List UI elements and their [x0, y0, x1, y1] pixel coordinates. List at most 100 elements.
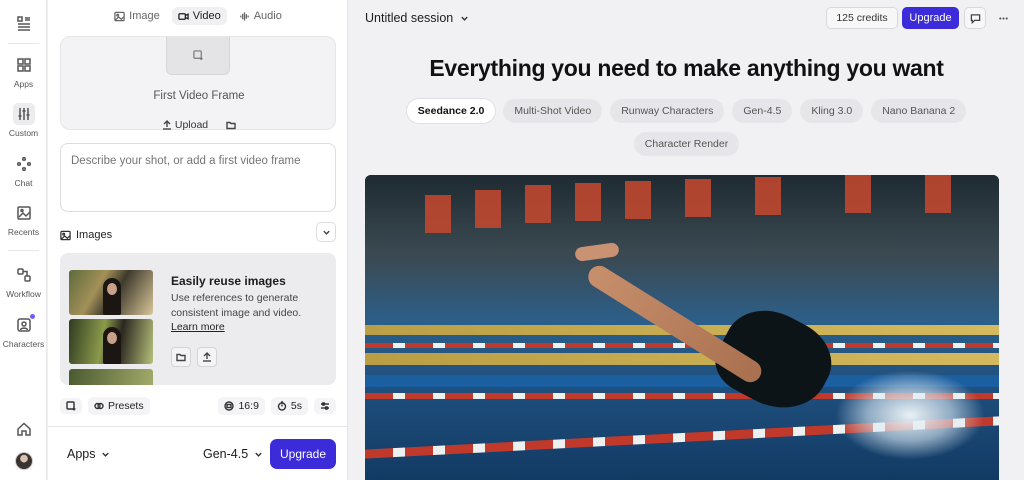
- rail-item-label: Characters: [2, 339, 45, 349]
- timer-icon: [277, 401, 287, 411]
- upgrade-button[interactable]: Upgrade: [902, 7, 959, 29]
- image-icon: [114, 11, 125, 21]
- model-dropdown[interactable]: Gen-4.5: [203, 447, 263, 461]
- hero-stands: [365, 175, 999, 255]
- menu-toggle[interactable]: [0, 12, 47, 34]
- rail-item-recents[interactable]: Recents: [0, 202, 47, 237]
- showcase-video-preview[interactable]: [365, 175, 999, 480]
- pill-multi-shot-video[interactable]: Multi-Shot Video: [503, 99, 603, 123]
- first-frame-dropzone[interactable]: First Video Frame Upload: [60, 36, 337, 133]
- presets-button[interactable]: Presets: [88, 397, 150, 415]
- pill-gen-4-5[interactable]: Gen-4.5: [732, 99, 793, 123]
- duration-value: 5s: [290, 400, 302, 412]
- apps-grid-icon: [13, 54, 35, 76]
- rail-item-label: Recents: [7, 227, 40, 237]
- rail-divider: [8, 43, 39, 44]
- profile-button[interactable]: [0, 452, 47, 470]
- sample-image-thumbnail[interactable]: [69, 319, 153, 364]
- home-button[interactable]: [0, 418, 47, 440]
- duration-select[interactable]: 5s: [270, 397, 308, 415]
- presets-label: Presets: [108, 400, 144, 412]
- browse-folder-button[interactable]: [171, 347, 191, 367]
- image-icon: [60, 230, 71, 240]
- chevron-down-icon: [322, 230, 330, 235]
- frame-title: First Video Frame: [153, 90, 245, 102]
- images-header-label: Images: [76, 229, 113, 241]
- pill-nano-banana[interactable]: Nano Banana 2: [871, 99, 967, 123]
- sample-image-thumbnail[interactable]: [69, 270, 153, 315]
- folder-icon: [226, 121, 236, 130]
- panel-footer: Apps Gen-4.5 Upgrade: [48, 426, 348, 480]
- add-image-icon: [66, 401, 76, 411]
- add-image-icon: [192, 50, 203, 61]
- menu-list-icon: [13, 12, 35, 34]
- notification-dot: [29, 314, 35, 319]
- rail-item-workflow[interactable]: Workflow: [0, 264, 47, 299]
- rail-item-label: Chat: [14, 178, 33, 188]
- rail-item-characters[interactable]: Characters: [0, 314, 47, 349]
- pill-seedance[interactable]: Seedance 2.0: [406, 99, 496, 123]
- tab-label: Audio: [253, 10, 282, 22]
- tab-video[interactable]: Video: [171, 7, 227, 25]
- gallery-icon: [13, 202, 35, 224]
- upgrade-button[interactable]: Upgrade: [270, 439, 336, 469]
- chevron-down-icon: [461, 16, 468, 21]
- chat-sparkle-icon: [13, 153, 35, 175]
- chat-bubble-icon: [970, 13, 980, 24]
- sample-image-thumbnail[interactable]: [69, 369, 153, 385]
- folder-icon: [176, 353, 186, 362]
- images-collapse-button[interactable]: [316, 222, 336, 242]
- reuse-title: Easily reuse images: [171, 274, 286, 288]
- tab-audio[interactable]: Audio: [233, 7, 288, 25]
- rail-item-chat[interactable]: Chat: [0, 153, 47, 188]
- rail-item-custom[interactable]: Custom: [0, 103, 47, 138]
- pill-character-render[interactable]: Character Render: [633, 132, 740, 156]
- more-options-button[interactable]: [992, 7, 1014, 29]
- page-headline: Everything you need to make anything you…: [429, 55, 944, 81]
- tab-label: Video: [192, 10, 221, 22]
- tab-image[interactable]: Image: [108, 7, 166, 25]
- prompt-input[interactable]: [60, 143, 336, 212]
- session-title: Untitled session: [365, 11, 454, 25]
- rail-item-label: Workflow: [6, 289, 41, 299]
- avatar: [14, 452, 33, 470]
- media-type-tabs: Image Video Audio: [48, 7, 348, 25]
- reuse-images-card: Easily reuse images Use references to ge…: [60, 253, 336, 385]
- rail-divider: [8, 250, 39, 251]
- frame-placeholder: [166, 37, 230, 75]
- water-splash: [835, 370, 985, 460]
- aspect-ratio-value: 16:9: [238, 400, 259, 412]
- apps-dropdown[interactable]: Apps: [67, 447, 110, 461]
- browse-folder-button[interactable]: [221, 117, 241, 133]
- add-reference-button[interactable]: [60, 398, 82, 414]
- pill-runway-characters[interactable]: Runway Characters: [610, 99, 725, 123]
- upload-button[interactable]: Upload: [157, 117, 213, 133]
- frame-actions: Upload: [61, 117, 337, 133]
- main-area: Untitled session 125 credits Upgrade Eve…: [349, 0, 1024, 480]
- rail-item-label: Custom: [8, 128, 39, 138]
- rail-item-label: Apps: [13, 79, 34, 89]
- reuse-description: Use references to generate consistent im…: [171, 292, 302, 319]
- home-icon: [13, 418, 35, 440]
- chevron-down-icon: [101, 452, 109, 457]
- aspect-ratio-icon: [224, 401, 235, 411]
- aspect-ratio-select[interactable]: 16:9: [218, 397, 265, 415]
- settings-sliders-icon: [321, 402, 329, 410]
- settings-button[interactable]: [314, 398, 336, 414]
- pill-kling[interactable]: Kling 3.0: [800, 99, 864, 123]
- reuse-actions: [171, 347, 217, 367]
- rail-item-apps[interactable]: Apps: [0, 54, 47, 89]
- model-pill-list: Seedance 2.0 Multi-Shot Video Runway Cha…: [389, 99, 984, 156]
- video-icon: [178, 12, 189, 20]
- learn-more-link[interactable]: Learn more: [171, 321, 225, 333]
- images-section-header: Images: [60, 222, 336, 244]
- upload-icon: [162, 120, 171, 130]
- feedback-button[interactable]: [964, 7, 986, 29]
- session-selector[interactable]: Untitled session: [365, 11, 469, 25]
- upload-button[interactable]: [197, 347, 217, 367]
- presets-icon: [94, 402, 104, 410]
- character-icon: [13, 314, 35, 336]
- generation-options: Presets 16:9 5s: [60, 396, 336, 416]
- credits-badge[interactable]: 125 credits: [826, 7, 898, 29]
- audio-wave-icon: [239, 11, 249, 21]
